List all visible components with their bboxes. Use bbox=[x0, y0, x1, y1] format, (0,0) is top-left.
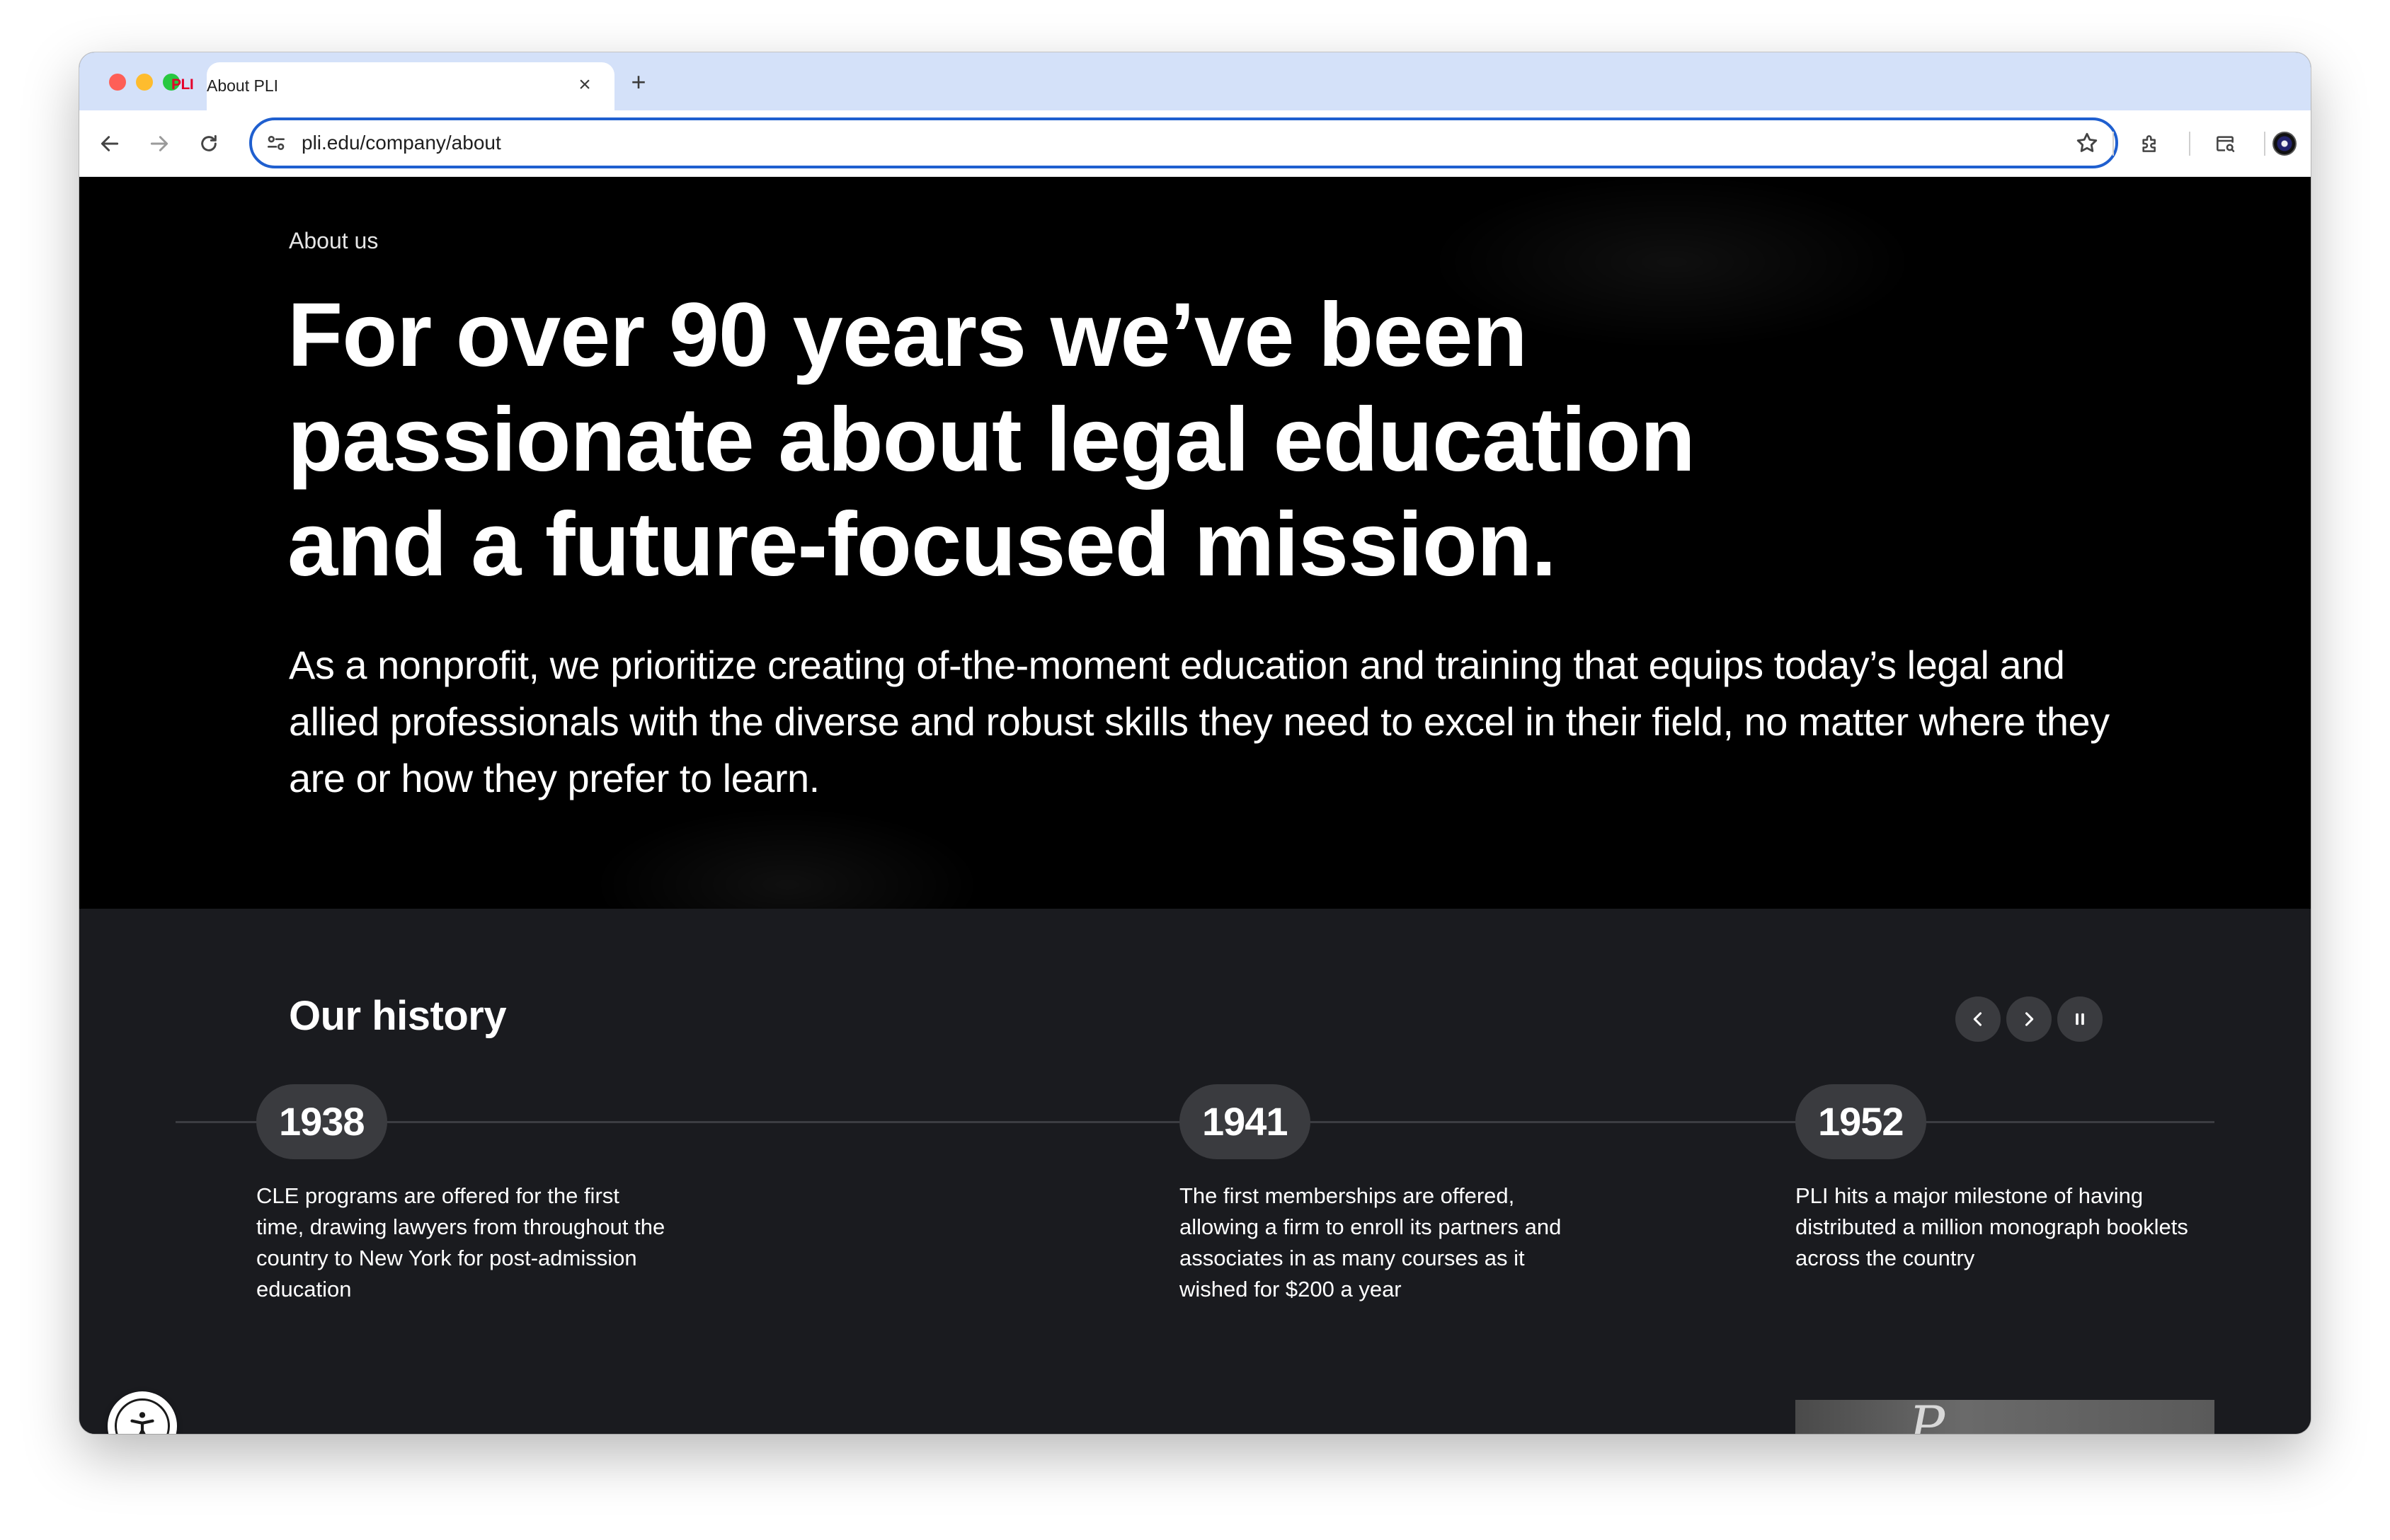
pli-favicon-icon: PLI bbox=[171, 76, 194, 93]
toolbar-divider bbox=[2112, 132, 2114, 156]
star-icon[interactable] bbox=[2074, 130, 2100, 156]
browser-window: PLI About PLI × + pli.edu/company/about … bbox=[79, 52, 2311, 1434]
extensions-button[interactable] bbox=[2132, 126, 2168, 161]
page-title: For over 90 years we’ve been passionate … bbox=[287, 285, 1696, 595]
eyebrow-label: About us bbox=[289, 228, 379, 253]
timeline-event-text: The first memberships are offered, allow… bbox=[1179, 1183, 1562, 1301]
tab-strip: PLI About PLI × + bbox=[79, 52, 2311, 110]
tab-search-button[interactable] bbox=[2207, 126, 2243, 161]
arrow-right-icon bbox=[150, 136, 168, 151]
new-tab-button[interactable]: + bbox=[624, 68, 653, 96]
previous-button[interactable] bbox=[1955, 996, 2001, 1042]
reload-button[interactable] bbox=[191, 126, 227, 161]
forward-button[interactable] bbox=[142, 126, 177, 161]
hero-intro-text: As a nonprofit, we prioritize creating o… bbox=[289, 643, 2110, 800]
avatar bbox=[2272, 132, 2297, 156]
year-badge: 1938 bbox=[256, 1084, 387, 1159]
chevron-left-icon bbox=[1973, 1012, 1982, 1026]
reload-icon bbox=[201, 134, 217, 151]
address-bar[interactable]: pli.edu/company/about bbox=[249, 117, 2118, 168]
tab-about-pli[interactable]: PLI About PLI × bbox=[171, 62, 614, 110]
chevron-right-icon bbox=[2025, 1012, 2034, 1026]
arrow-left-icon bbox=[101, 136, 119, 151]
history-title: Our history bbox=[289, 993, 507, 1039]
next-button[interactable] bbox=[2006, 996, 2052, 1042]
accessibility-icon-ring: × bbox=[115, 1398, 170, 1434]
year-badge: 1941 bbox=[1179, 1084, 1310, 1159]
close-window-button[interactable] bbox=[109, 74, 126, 91]
timeline-event-image: P bbox=[1795, 1400, 2214, 1434]
tab-title: About PLI bbox=[207, 76, 279, 95]
accessibility-icon bbox=[130, 1412, 154, 1434]
toolbar-divider bbox=[2189, 132, 2190, 156]
timeline-event-text: PLI hits a major milestone of having dis… bbox=[1795, 1183, 2188, 1270]
url-text[interactable]: pli.edu/company/about bbox=[302, 132, 501, 154]
pause-icon bbox=[2076, 1013, 2084, 1025]
tab-search-icon bbox=[2217, 136, 2235, 152]
booklet-image-decoration: P bbox=[1909, 1400, 1945, 1434]
tune-icon[interactable] bbox=[265, 132, 287, 154]
browser-toolbar: pli.edu/company/about bbox=[79, 110, 2311, 177]
year-badge: 1952 bbox=[1795, 1084, 1926, 1159]
history-section: Our history 1938 CLE programs are offere… bbox=[79, 909, 2311, 1434]
profile-button[interactable] bbox=[2267, 126, 2302, 161]
timeline-event-text: CLE programs are offered for the first t… bbox=[256, 1183, 665, 1301]
about-hero: About us For over 90 years we’ve been pa… bbox=[79, 177, 2311, 909]
toolbar-divider bbox=[2264, 132, 2265, 156]
tab-close-icon[interactable]: × bbox=[572, 72, 598, 98]
back-button[interactable] bbox=[92, 126, 127, 161]
puzzle-icon bbox=[2142, 135, 2156, 152]
minimize-window-button[interactable] bbox=[136, 74, 153, 91]
page-content: About us For over 90 years we’ve been pa… bbox=[79, 177, 2311, 1434]
pause-button[interactable] bbox=[2057, 996, 2103, 1042]
